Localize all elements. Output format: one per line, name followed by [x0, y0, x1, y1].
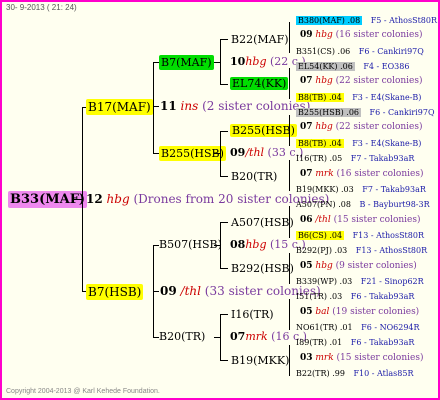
drone-line-gen4: 07 hbg (22 sister colonies) [300, 122, 423, 132]
gen2-d-queen[interactable]: B20(TR) [159, 330, 205, 343]
gen4-queen[interactable]: B8(TB) .04 [296, 93, 344, 102]
gen4-queen[interactable]: B339(WP) .03 [296, 277, 352, 286]
gen3-queen[interactable]: A507(HSB) [231, 216, 294, 229]
drone-line-gen2-a: 10hbg (22 c.) [230, 55, 306, 68]
gen4-origin: F7 - Takab93aR [359, 185, 426, 194]
gen4-origin: F6 - Cankiri97Q [356, 47, 424, 56]
gen4-queen-row[interactable]: I89(TR) .01 F6 - Takab93aR [296, 338, 414, 347]
gen4-queen-row[interactable]: B19(MKK) .03 F7 - Takab93aR [296, 185, 426, 194]
drone-line-gen4: 07 hbg (22 sister colonies) [300, 76, 423, 86]
gen4-queen-row[interactable]: B380(MAF) .08 F5 - AthosSt80R [296, 16, 437, 25]
gen4-queen[interactable]: I16(TR) .05 [296, 154, 342, 163]
drone-line-gen4: 07 mrk (16 sister colonies) [300, 169, 424, 179]
timestamp: 30- 9-2013 ( 21: 24) [6, 3, 77, 12]
gen2-a-queen[interactable]: B7(MAF) [159, 55, 214, 70]
drone-line-upper: 11 ins (2 sister colonies) [160, 99, 311, 113]
gen4-queen-row[interactable]: B351(CS) .06 F6 - Cankiri97Q [296, 47, 424, 56]
gen4-origin: F6 - NO6294R [358, 323, 420, 332]
gen4-queen[interactable]: B19(MKK) .03 [296, 185, 354, 194]
gen4-origin: F5 - AthosSt80R [368, 16, 437, 25]
copyright: Copyright 2004-2013 @ Karl Kehede Founda… [6, 388, 160, 395]
drone-line-gen1: 12 hbg (Drones from 20 sister colonies) [86, 192, 330, 206]
gen3-queen[interactable]: B19(MKK) [231, 354, 289, 367]
gen4-queen[interactable]: B351(CS) .06 [296, 47, 350, 56]
gen4-queen[interactable]: I51(TR) .03 [296, 292, 342, 301]
gen4-queen-row[interactable]: B339(WP) .03 F21 - Sinop62R [296, 277, 424, 286]
gen4-queen-row[interactable]: B8(TB) .04 F3 - E4(Skane-B) [296, 93, 421, 102]
gen4-queen[interactable]: B380(MAF) .08 [296, 16, 363, 25]
gen4-origin: F10 - Atlas85R [350, 369, 414, 378]
gen4-queen-row[interactable]: B8(TB) .04 F3 - E4(Skane-B) [296, 139, 421, 148]
drone-line-gen2-c: 08hbg (15 c.) [230, 238, 306, 251]
gen4-queen[interactable]: I89(TR) .01 [296, 338, 342, 347]
gen3-queen[interactable]: B22(MAF) [231, 33, 289, 46]
drone-line-gen4: 03 mrk (15 sister colonies) [300, 353, 424, 363]
gen4-queen-row[interactable]: B22(TR) .99 F10 - Atlas85R [296, 369, 414, 378]
gen3-queen[interactable]: B20(TR) [231, 170, 277, 183]
gen4-queen[interactable]: B6(CS) .04 [296, 231, 345, 240]
gen4-queen[interactable]: B255(HSB) .06 [296, 108, 361, 117]
gen4-queen-row[interactable]: B292(PJ) .03 F13 - AthosSt80R [296, 246, 427, 255]
gen4-origin: F3 - E4(Skane-B) [349, 93, 422, 102]
gen4-queen-row[interactable]: B6(CS) .04 F13 - AthosSt80R [296, 231, 424, 240]
drone-line-gen4: 09 hbg (16 sister colonies) [300, 30, 423, 40]
gen4-origin: F13 - AthosSt80R [353, 246, 428, 255]
gen4-origin: B - Bayburt98-3R [356, 200, 430, 209]
gen3-queen[interactable]: B255(HSB) [230, 124, 297, 137]
gen4-origin: F21 - Sinop62R [358, 277, 424, 286]
gen3-queen[interactable]: B292(HSB) [231, 262, 294, 275]
gen3-queen[interactable]: I16(TR) [231, 308, 274, 321]
gen4-queen-row[interactable]: NO61(TR) .01 F6 - NO6294R [296, 323, 420, 332]
gen4-origin: F7 - Takab93aR [348, 154, 415, 163]
gen4-queen-row[interactable]: EL54(KK) .06 F4 - EO386 [296, 62, 409, 71]
gen1-upper-queen[interactable]: B17(MAF) [86, 99, 153, 115]
gen4-queen[interactable]: EL54(KK) .06 [296, 62, 355, 71]
gen4-origin: F6 - Takab93aR [348, 338, 415, 347]
gen4-queen[interactable]: B22(TR) .99 [296, 369, 345, 378]
drone-line-gen2-b: 09/thl (33 c.) [230, 146, 304, 159]
gen4-queen-row[interactable]: A507(PN) .08 B - Bayburt98-3R [296, 200, 430, 209]
gen1-lower-queen[interactable]: B7(HSB) [86, 284, 144, 300]
gen4-queen[interactable]: B8(TB) .04 [296, 139, 344, 148]
gen4-queen-row[interactable]: I51(TR) .03 F6 - Takab93aR [296, 292, 414, 301]
gen4-origin: F6 - Cankiri97Q [367, 108, 435, 117]
drone-line-gen4: 05 hbg (9 sister colonies) [300, 261, 417, 271]
gen4-origin: F13 - AthosSt80R [350, 231, 424, 240]
gen2-c-queen[interactable]: B507(HSB) [159, 238, 222, 251]
drone-line-gen4: 06 /thl (15 sister colonies) [300, 215, 421, 225]
gen3-queen[interactable]: EL74(KK) [230, 77, 289, 90]
gen4-queen-row[interactable]: B255(HSB) .06 F6 - Cankiri97Q [296, 108, 435, 117]
gen4-queen[interactable]: NO61(TR) .01 [296, 323, 353, 332]
gen4-origin: F4 - EO386 [360, 62, 410, 71]
drone-line-gen4: 05 bal (19 sister colonies) [300, 307, 420, 317]
gen4-queen[interactable]: B292(PJ) .03 [296, 246, 347, 255]
gen4-queen-row[interactable]: I16(TR) .05 F7 - Takab93aR [296, 154, 414, 163]
gen4-queen[interactable]: A507(PN) .08 [296, 200, 351, 209]
gen4-origin: F3 - E4(Skane-B) [349, 139, 422, 148]
gen4-origin: F6 - Takab93aR [348, 292, 415, 301]
